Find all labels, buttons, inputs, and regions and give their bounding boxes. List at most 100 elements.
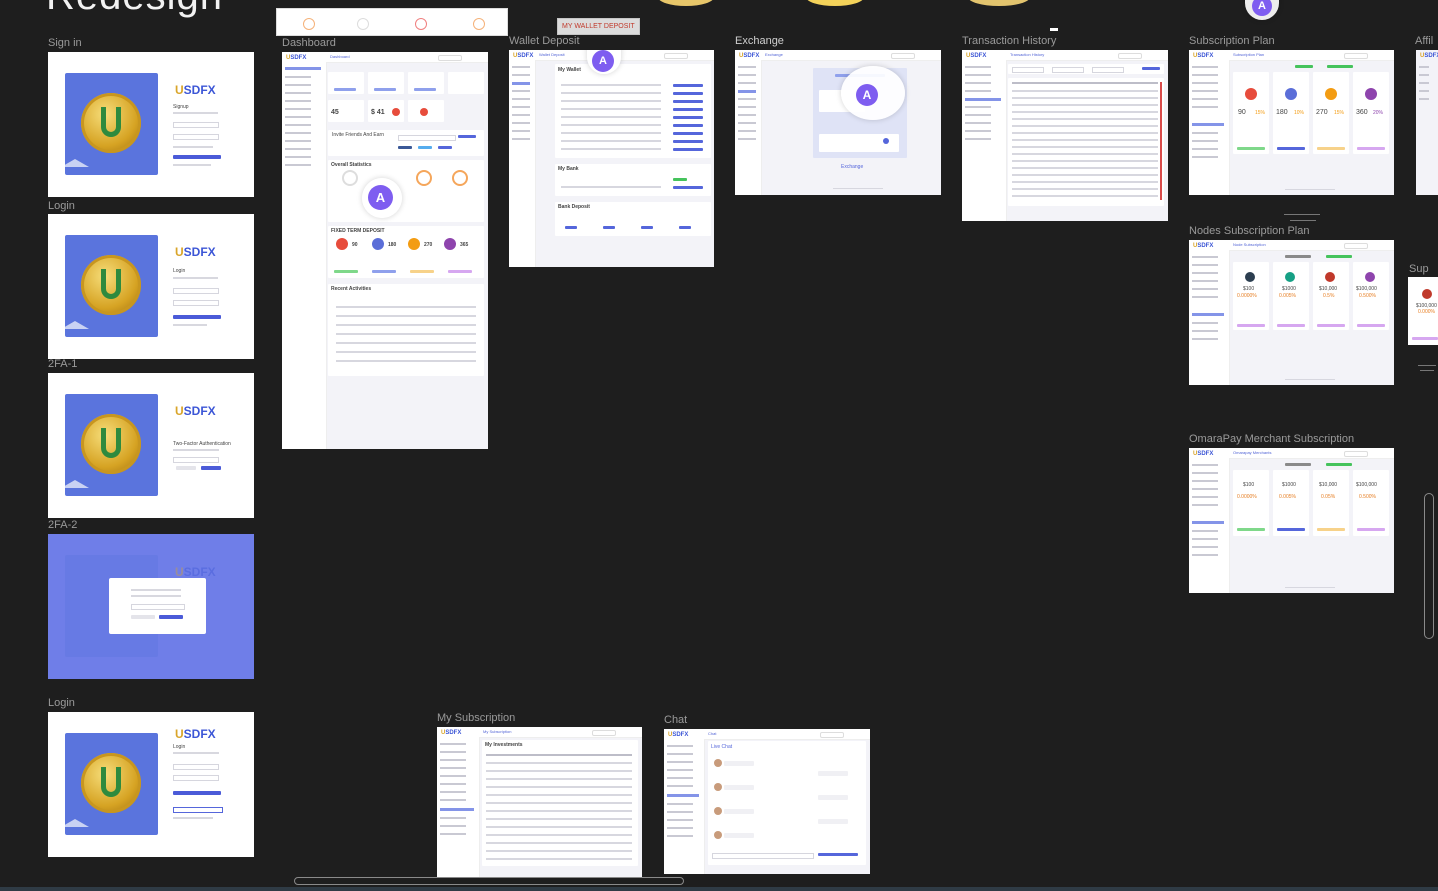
sidebar-item[interactable] — [285, 100, 311, 102]
plan-button[interactable] — [448, 270, 472, 273]
sidebar-item[interactable] — [1192, 256, 1218, 258]
frame-exchange[interactable]: USDFX Exchange A Exchange — [735, 50, 941, 195]
sidebar-item[interactable] — [512, 114, 530, 116]
sidebar-item[interactable] — [1192, 132, 1218, 134]
invite-link-field[interactable] — [398, 135, 456, 141]
sidebar-item[interactable] — [440, 751, 466, 753]
frame-label-transaction-history[interactable]: Transaction History — [962, 35, 1056, 47]
sidebar-item[interactable] — [1192, 106, 1218, 108]
sidebar-item[interactable] — [285, 116, 311, 118]
frame-transaction-history[interactable]: USDFX Transaction History — [962, 50, 1168, 221]
share-link-button[interactable] — [438, 146, 452, 149]
secondary-button[interactable] — [173, 807, 223, 813]
verify-button[interactable] — [159, 615, 183, 619]
sidebar-item[interactable] — [285, 156, 311, 158]
deposit-button[interactable] — [334, 88, 356, 91]
design-canvas[interactable]: Redesign A Sign in USDFX Signup Login US… — [0, 0, 1438, 891]
deposit-button[interactable] — [374, 88, 396, 91]
sidebar-item[interactable] — [1192, 66, 1218, 68]
sidebar-item[interactable] — [285, 148, 311, 150]
sidebar-item[interactable] — [667, 835, 693, 837]
sidebar-item[interactable] — [1192, 74, 1218, 76]
deposit-button[interactable] — [673, 100, 703, 103]
frame-label-login[interactable]: Login — [48, 200, 75, 212]
code-field[interactable] — [173, 457, 219, 463]
wallet-deposit-badge[interactable]: MY WALLET DEPOSIT — [557, 18, 640, 35]
sidebar-item[interactable] — [1192, 338, 1218, 340]
sidebar-item[interactable] — [1192, 322, 1218, 324]
frame-support[interactable]: $100,000 0.000% — [1408, 277, 1438, 345]
avatar[interactable]: A — [368, 185, 393, 210]
sidebar-item[interactable] — [1192, 296, 1218, 298]
sidebar-item[interactable] — [440, 817, 466, 819]
subscribe-button[interactable] — [1237, 324, 1265, 327]
sidebar-item[interactable] — [667, 785, 693, 787]
sidebar-item[interactable] — [738, 122, 756, 124]
sidebar-item[interactable] — [1192, 496, 1218, 498]
subscribe-button[interactable] — [1277, 528, 1305, 531]
sidebar-item[interactable] — [738, 82, 756, 84]
sidebar-item[interactable] — [512, 90, 530, 92]
sidebar-item[interactable] — [1192, 530, 1218, 532]
input-field[interactable] — [173, 122, 219, 128]
sidebar-item[interactable] — [667, 769, 693, 771]
sidebar-item[interactable] — [440, 833, 466, 835]
frame-dashboard[interactable]: USDFX Dashboard 45 $ 41 Invite Friends A… — [282, 52, 488, 449]
bank-action-button[interactable] — [673, 186, 703, 189]
subscribe-button[interactable] — [1412, 337, 1438, 340]
sidebar-item[interactable] — [1192, 140, 1218, 142]
sidebar-item[interactable] — [512, 122, 530, 124]
deposit-button[interactable] — [673, 92, 703, 95]
sidebar-item[interactable] — [512, 98, 530, 100]
input-field[interactable] — [173, 134, 219, 140]
frame-subscription-plan[interactable]: USDFX Subscription Plan 90 15% 180 10% 2… — [1189, 50, 1394, 195]
sidebar-item[interactable] — [738, 98, 756, 100]
deposit-button[interactable] — [673, 116, 703, 119]
sidebar-item[interactable] — [667, 811, 693, 813]
sidebar-item[interactable] — [285, 124, 311, 126]
sidebar-item[interactable] — [1192, 98, 1218, 100]
sidebar-item[interactable] — [285, 76, 311, 78]
subscribe-button[interactable] — [1277, 324, 1305, 327]
frame-label-chat[interactable]: Chat — [664, 714, 687, 726]
sidebar-item[interactable] — [1419, 82, 1429, 84]
frame-label-affiliate[interactable]: Affil — [1415, 35, 1433, 47]
sidebar-item[interactable] — [1192, 546, 1218, 548]
sidebar-item[interactable] — [738, 114, 756, 116]
frame-label-nodes-subscription[interactable]: Nodes Subscription Plan — [1189, 225, 1309, 237]
frame-chat[interactable]: USDFX Chat Live Chat — [664, 729, 870, 874]
sidebar-item[interactable] — [965, 106, 991, 108]
deposit-button[interactable] — [673, 132, 703, 135]
sidebar-item[interactable] — [440, 775, 466, 777]
sidebar-item[interactable] — [512, 66, 530, 68]
sidebar-item[interactable] — [965, 66, 991, 68]
2fa-modal[interactable] — [109, 578, 206, 634]
frame-my-subscription[interactable]: USDFX My Subscription My Investments — [437, 727, 642, 877]
sidebar-item[interactable] — [440, 783, 466, 785]
subscribe-button[interactable] — [1237, 147, 1265, 150]
sidebar-item[interactable] — [440, 825, 466, 827]
sidebar-item[interactable] — [512, 130, 530, 132]
share-facebook-button[interactable] — [398, 146, 412, 149]
sidebar-item[interactable] — [1192, 148, 1218, 150]
sidebar-item[interactable] — [965, 122, 991, 124]
cancel-button[interactable] — [176, 466, 196, 470]
avatar[interactable]: A — [856, 84, 878, 106]
search-input[interactable] — [1118, 53, 1142, 59]
plan-button[interactable] — [334, 270, 358, 273]
email-field[interactable] — [173, 764, 219, 770]
sidebar-item[interactable] — [667, 803, 693, 805]
sidebar-item[interactable] — [285, 132, 311, 134]
filter-field[interactable] — [1092, 67, 1124, 73]
sidebar-item[interactable] — [667, 753, 693, 755]
sidebar-item[interactable] — [512, 106, 530, 108]
frame-label-2fa-1[interactable]: 2FA-1 — [48, 358, 77, 370]
sidebar-item-subscription[interactable] — [1192, 123, 1224, 126]
frame-2fa-1[interactable]: USDFX Two-Factor Authentication — [48, 373, 254, 518]
sidebar-item[interactable] — [1419, 74, 1429, 76]
frame-nodes-subscription[interactable]: USDFX Node Subscription $100 0.0000% $10… — [1189, 240, 1394, 385]
subscribe-button[interactable] — [1357, 528, 1385, 531]
sidebar-item[interactable] — [738, 66, 756, 68]
sidebar-item-wallet[interactable] — [512, 82, 530, 85]
cancel-button[interactable] — [131, 615, 155, 619]
